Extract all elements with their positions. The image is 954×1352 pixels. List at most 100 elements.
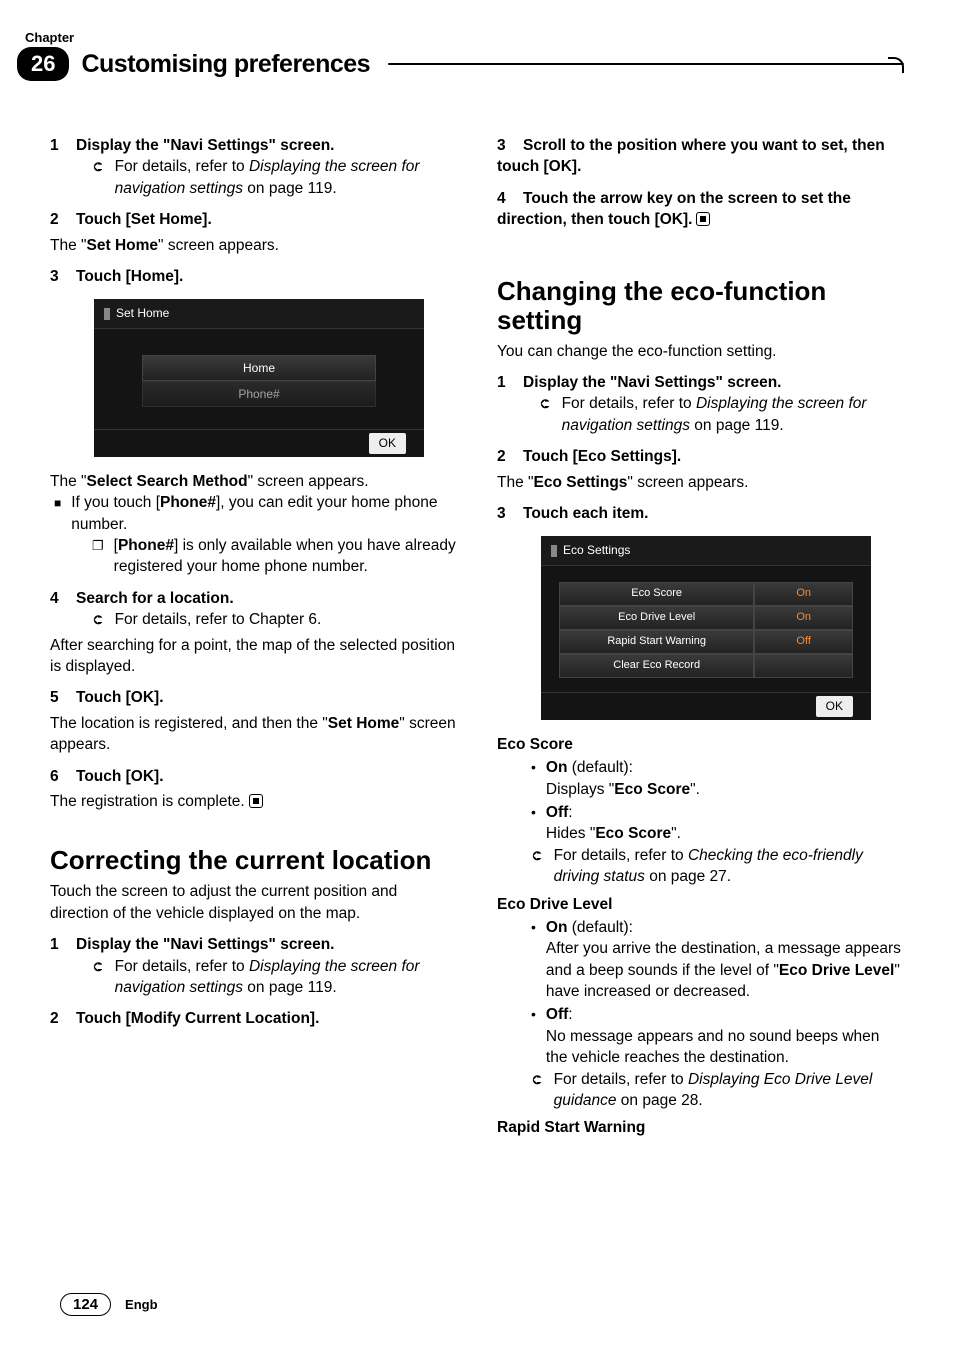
chapter-label: Chapter — [25, 30, 904, 45]
page-number: 124 — [60, 1293, 111, 1316]
ok-button[interactable]: OK — [816, 696, 853, 717]
left-column: 1Display the "Navi Settings" screen. ➲ F… — [50, 135, 457, 1139]
step-number: 1 — [50, 934, 76, 955]
step-number: 3 — [50, 266, 76, 287]
ref-icon: ➲ — [92, 609, 105, 631]
row-value: On — [754, 606, 853, 630]
section-end-icon — [249, 794, 263, 808]
row-label: Clear Eco Record — [559, 654, 754, 678]
step-5: 5Touch [OK]. — [50, 687, 457, 708]
step-number: 2 — [50, 1008, 76, 1029]
step-4-body: After searching for a point, the map of … — [50, 635, 457, 678]
note-phone: ❐ [Phone#] is only available when you ha… — [50, 535, 457, 578]
ref-text: For details, refer to Displaying the scr… — [115, 156, 457, 199]
table-row[interactable]: Eco Drive Level On — [559, 606, 853, 630]
sec3-intro: You can change the eco-function setting. — [497, 341, 904, 362]
table-row[interactable]: Rapid Start Warning Off — [559, 630, 853, 654]
ref-text: For details, refer to Displaying the scr… — [562, 393, 904, 436]
table-row[interactable]: Clear Eco Record — [559, 654, 853, 678]
screenshot-title-text: Eco Settings — [563, 542, 630, 559]
screenshot-title: Set Home — [94, 299, 424, 329]
eco-score-off-body: Off: Hides "Eco Score". — [546, 802, 904, 845]
eco-score-ref: ➲ For details, refer to Checking the eco… — [497, 845, 904, 888]
step-number: 4 — [50, 588, 76, 609]
ref-icon: ➲ — [531, 845, 544, 888]
ref-text: For details, refer to Chapter 6. — [115, 609, 322, 631]
step-3: 3Touch [Home]. — [50, 266, 457, 287]
table-row[interactable]: Eco Score On — [559, 582, 853, 606]
r-step-3: 3Scroll to the position where you want t… — [497, 135, 904, 178]
page: Chapter 26 Customising preferences 1Disp… — [0, 0, 954, 1352]
screenshot-body: Eco Score On Eco Drive Level On Rapid St… — [541, 566, 871, 692]
chapter-header: 26 Customising preferences — [17, 47, 904, 81]
step-text: Touch the arrow key on the screen to set… — [497, 190, 851, 228]
step-1: 1Display the "Navi Settings" screen. — [50, 135, 457, 156]
ok-button[interactable]: OK — [369, 433, 406, 454]
bullet-dot-icon: • — [531, 917, 536, 1003]
phone-row[interactable]: Phone# — [142, 381, 376, 407]
step-number: 3 — [497, 135, 523, 156]
antenna-icon — [104, 308, 110, 320]
r-step-4: 4Touch the arrow key on the screen to se… — [497, 188, 904, 231]
sec2-step-2: 2Touch [Modify Current Location]. — [50, 1008, 457, 1029]
step-6-body: The registration is complete. — [50, 791, 457, 812]
chapter-title: Customising preferences — [81, 50, 370, 79]
step-number: 2 — [50, 209, 76, 230]
step-text: Touch [Modify Current Location]. — [76, 1010, 319, 1027]
screenshot-body: Home Phone# — [94, 329, 424, 429]
sec2-intro: Touch the screen to adjust the current p… — [50, 881, 457, 924]
step-number: 2 — [497, 446, 523, 467]
step-text: Touch [OK]. — [76, 689, 164, 706]
set-home-screenshot: Set Home Home Phone# OK — [94, 299, 424, 457]
bullet-dot-icon: • — [531, 1004, 536, 1068]
step-text: Search for a location. — [76, 590, 234, 607]
row-label: Eco Drive Level — [559, 606, 754, 630]
step-2: 2Touch [Set Home]. — [50, 209, 457, 230]
home-row[interactable]: Home — [142, 355, 376, 381]
ref-text: For details, refer to Checking the eco-f… — [554, 845, 904, 888]
eco-table: Eco Score On Eco Drive Level On Rapid St… — [559, 582, 853, 678]
row-label: Eco Score — [559, 582, 754, 606]
sec3-step-1: 1Display the "Navi Settings" screen. — [497, 372, 904, 393]
columns: 1Display the "Navi Settings" screen. ➲ F… — [50, 135, 904, 1139]
step-2-body: The "Set Home" screen appears. — [50, 235, 457, 256]
step-text: Touch [Home]. — [76, 268, 183, 285]
eco-drive-off-body: Off: No message appears and no sound bee… — [546, 1004, 904, 1068]
sec2-step-1-ref: ➲ For details, refer to Displaying the s… — [50, 956, 457, 999]
eco-settings-screenshot: Eco Settings Eco Score On Eco Drive Leve… — [541, 536, 871, 720]
title-rule — [388, 63, 904, 65]
eco-drive-on-body: On (default): After you arrive the desti… — [546, 917, 904, 1003]
ref-text: For details, refer to Displaying Eco Dri… — [554, 1069, 904, 1112]
eco-function-heading: Changing the eco-function setting — [497, 277, 904, 335]
step-4-ref: ➲ For details, refer to Chapter 6. — [50, 609, 457, 631]
ref-icon: ➲ — [539, 393, 552, 436]
step-number: 4 — [497, 188, 523, 209]
step-text: Display the "Navi Settings" screen. — [76, 137, 334, 154]
page-footer: 124 Engb — [60, 1293, 158, 1316]
ref-text: For details, refer to Displaying the scr… — [115, 956, 457, 999]
eco-drive-ref: ➲ For details, refer to Displaying Eco D… — [497, 1069, 904, 1112]
section-end-icon — [696, 212, 710, 226]
eco-drive-name: Eco Drive Level — [497, 894, 904, 915]
eco-score-on: • On (default): Displays "Eco Score". — [497, 757, 904, 800]
eco-drive-on: • On (default): After you arrive the des… — [497, 917, 904, 1003]
sec2-step-1: 1Display the "Navi Settings" screen. — [50, 934, 457, 955]
bullet-dot-icon: • — [531, 757, 536, 800]
ref-icon: ➲ — [92, 156, 105, 199]
step-number: 1 — [50, 135, 76, 156]
note-icon: ❐ — [92, 535, 104, 578]
eco-drive-off: • Off: No message appears and no sound b… — [497, 1004, 904, 1068]
step-text: Display the "Navi Settings" screen. — [76, 936, 334, 953]
language-code: Engb — [125, 1297, 158, 1312]
sec3-step-2: 2Touch [Eco Settings]. — [497, 446, 904, 467]
correcting-location-heading: Correcting the current location — [50, 846, 457, 875]
step-number: 6 — [50, 766, 76, 787]
bullet-icon: ■ — [54, 492, 61, 535]
step-5-body: The location is registered, and then the… — [50, 713, 457, 756]
step-text: Touch [OK]. — [76, 768, 164, 785]
after-scr-text: The "Select Search Method" screen appear… — [50, 471, 457, 492]
sec3-step-3: 3Touch each item. — [497, 503, 904, 524]
sec3-step-1-ref: ➲ For details, refer to Displaying the s… — [497, 393, 904, 436]
step-text: Touch each item. — [523, 505, 648, 522]
eco-score-name: Eco Score — [497, 734, 904, 755]
